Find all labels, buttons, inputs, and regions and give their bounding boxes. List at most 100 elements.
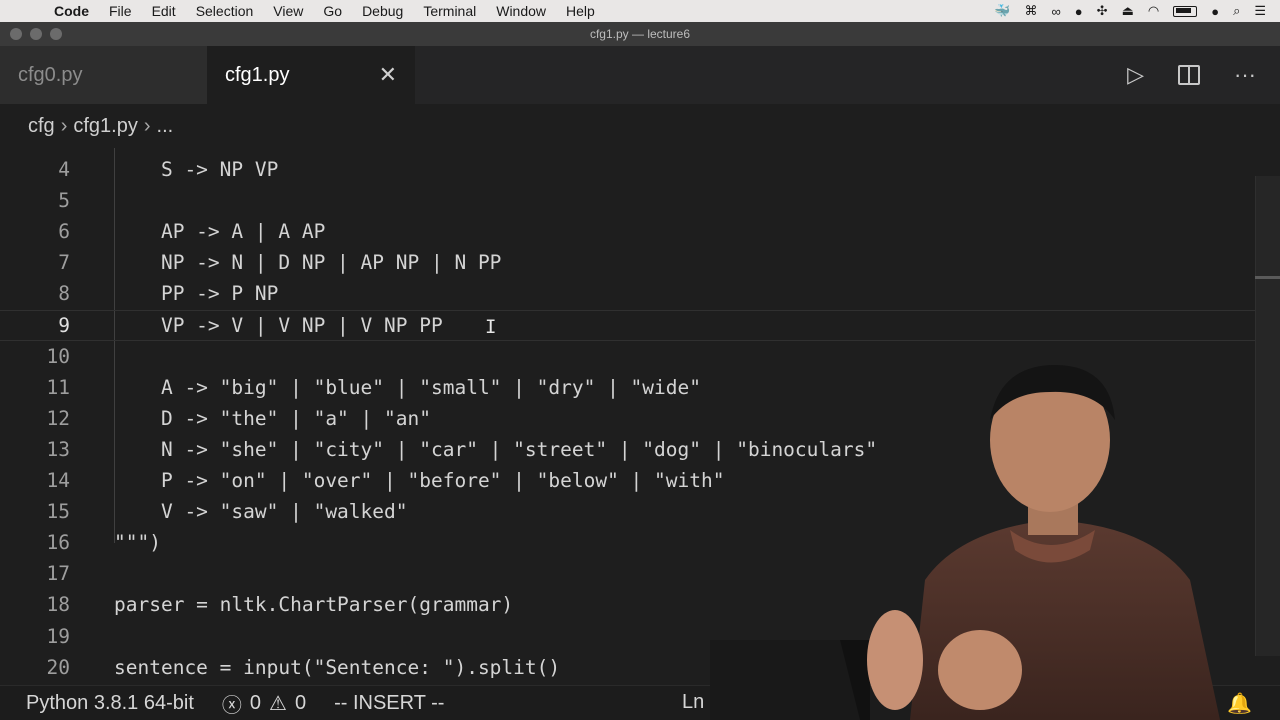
line-text: NP -> N | D NP | AP NP | N PP — [114, 251, 502, 275]
play-circle-icon[interactable]: ● — [1075, 4, 1083, 19]
eject-icon[interactable]: ⏏ — [1122, 3, 1134, 19]
error-icon: ⓧ — [221, 694, 242, 717]
line-number: 8 — [58, 282, 70, 306]
code-line[interactable]: 6 AP -> A | A AP — [0, 216, 1255, 247]
wifi-icon[interactable]: ◠ — [1148, 3, 1159, 19]
breadcrumb-folder[interactable]: cfg — [28, 115, 55, 138]
line-number: 17 — [46, 562, 70, 586]
warning-icon: ⚠ — [269, 692, 287, 715]
code-line[interactable]: 4 S -> NP VP — [0, 154, 1255, 185]
line-number: 6 — [58, 220, 70, 244]
python-interpreter[interactable]: Python 3.8.1 64-bit — [26, 692, 194, 715]
line-number: 12 — [46, 406, 70, 430]
code-line[interactable]: 13 N -> "she" | "city" | "car" | "street… — [0, 434, 1255, 465]
code-line[interactable]: 11 A -> "big" | "blue" | "small" | "dry"… — [0, 372, 1255, 403]
zoom-window-icon[interactable] — [50, 28, 62, 40]
close-icon[interactable]: ✕ — [379, 62, 397, 88]
macos-menu-bar: Code File Edit Selection View Go Debug T… — [0, 0, 1280, 22]
search-icon[interactable]: ⌕ — [1233, 3, 1240, 19]
line-number: 19 — [46, 624, 70, 648]
scrollbar-thumb[interactable] — [1255, 276, 1280, 279]
code-line[interactable]: 9 VP -> V | V NP | V NP PP — [0, 309, 1255, 341]
error-count: 0 — [249, 691, 262, 714]
fan-icon[interactable]: ✣ — [1097, 3, 1108, 19]
bell-icon[interactable]: 🔔 — [1227, 691, 1252, 716]
problems-indicator[interactable]: ⓧ 0 ⚠ 0 — [222, 689, 306, 718]
chevron-right-icon: › — [143, 114, 151, 137]
line-number: 9 — [58, 313, 70, 337]
code-line[interactable]: 19 — [0, 621, 1255, 652]
menu-code[interactable]: Code — [44, 0, 99, 22]
cursor-position[interactable]: Ln 9, C — [682, 691, 746, 714]
menu-window[interactable]: Window — [486, 0, 556, 22]
line-number: 18 — [46, 593, 70, 617]
line-text: N -> "she" | "city" | "car" | "street" |… — [114, 437, 878, 461]
chevron-right-icon: › — [60, 114, 68, 137]
run-icon[interactable]: ▷ — [1127, 62, 1144, 88]
line-number: 5 — [58, 189, 70, 213]
code-line[interactable]: 15 V -> "saw" | "walked" — [0, 496, 1255, 527]
docker-icon[interactable]: 🐳 — [994, 3, 1010, 19]
code-editor[interactable]: 4 S -> NP VP 5 6 AP -> A | A AP 7 NP -> N |… — [0, 140, 1280, 685]
tab-label: cfg0.py — [18, 63, 83, 86]
code-line[interactable]: 5 — [0, 185, 1255, 216]
list-icon[interactable]: ☰ — [1254, 3, 1266, 19]
menu-file[interactable]: File — [99, 0, 142, 22]
menu-edit[interactable]: Edit — [142, 0, 186, 22]
breadcrumb-file[interactable]: cfg1.py — [73, 115, 137, 138]
menu-view[interactable]: View — [263, 0, 313, 22]
line-number: 13 — [46, 437, 70, 461]
line-number: 10 — [46, 344, 70, 368]
window-controls — [10, 28, 62, 40]
line-text: sentence = input("Sentence: ").split() — [114, 655, 561, 679]
battery-icon[interactable] — [1173, 5, 1198, 17]
tab-cfg1[interactable]: cfg1.py ✕ — [207, 46, 415, 104]
line-number: 14 — [46, 469, 70, 492]
line-text: P -> "on" | "over" | "before" | "below" … — [114, 469, 725, 492]
code-line[interactable]: 12 D -> "the" | "a" | "an" — [0, 403, 1255, 434]
editor-actions: ▷ ··· — [1127, 46, 1280, 104]
code-line[interactable]: 10 — [0, 341, 1255, 372]
status-bar: Python 3.8.1 64-bit ⓧ 0 ⚠ 0 -- INSERT --… — [0, 685, 1280, 720]
glasses-icon[interactable]: ∞ — [1052, 4, 1061, 19]
status-tray: 🐳 ⌘ ∞ ● ✣ ⏏ ◠ ● ⌕ ☰ — [994, 3, 1280, 19]
line-text: VP -> V | V NP | V NP PP — [114, 313, 443, 337]
menu-selection[interactable]: Selection — [186, 0, 264, 22]
line-number: 16 — [46, 531, 70, 555]
line-text: D -> "the" | "a" | "an" — [114, 406, 431, 430]
code-line[interactable]: 14 P -> "on" | "over" | "before" | "belo… — [0, 465, 1255, 496]
vim-mode: -- INSERT -- — [334, 691, 445, 714]
window-title: cfg1.py — lecture6 — [589, 27, 691, 41]
menu-terminal[interactable]: Terminal — [413, 0, 486, 22]
code-line[interactable]: 18 parser = nltk.ChartParser(grammar) — [0, 589, 1255, 620]
menu-go[interactable]: Go — [313, 0, 352, 22]
line-number: 4 — [58, 158, 70, 181]
window-title-bar: cfg1.py — lecture6 — [0, 22, 1280, 46]
line-text: V -> "saw" | "walked" — [114, 500, 408, 524]
code-line[interactable]: 20 sentence = input("Sentence: ").split() — [0, 652, 1255, 683]
code-line[interactable]: 7 NP -> N | D NP | AP NP | N PP — [0, 247, 1255, 278]
code-line[interactable]: 17 — [0, 558, 1255, 589]
code-line[interactable]: 16 """) — [0, 527, 1255, 558]
code-line[interactable]: 8 PP -> P NP — [0, 278, 1255, 309]
editor-scrollbar[interactable] — [1255, 176, 1280, 656]
split-editor-icon[interactable] — [1178, 65, 1201, 85]
menu-debug[interactable]: Debug — [352, 0, 413, 22]
line-text: """) — [114, 531, 161, 555]
line-number: 15 — [46, 500, 70, 524]
more-actions-icon[interactable]: ··· — [1234, 62, 1256, 88]
breadcrumb-more[interactable]: ... — [157, 115, 174, 138]
user-icon[interactable]: ● — [1211, 4, 1219, 19]
close-window-icon[interactable] — [10, 28, 22, 40]
warning-count: 0 — [294, 691, 307, 714]
line-number: 11 — [46, 375, 70, 399]
line-text: A -> "big" | "blue" | "small" | "dry" | … — [114, 375, 701, 399]
tab-bar: cfg0.py cfg1.py ✕ ▷ ··· — [0, 46, 1280, 104]
line-text: PP -> P NP — [114, 282, 279, 306]
menu-help[interactable]: Help — [556, 0, 605, 22]
line-number: 7 — [58, 251, 70, 275]
line-number: 20 — [46, 655, 70, 679]
minimize-window-icon[interactable] — [30, 28, 42, 40]
command-icon[interactable]: ⌘ — [1025, 3, 1038, 19]
tab-cfg0[interactable]: cfg0.py — [0, 46, 207, 104]
